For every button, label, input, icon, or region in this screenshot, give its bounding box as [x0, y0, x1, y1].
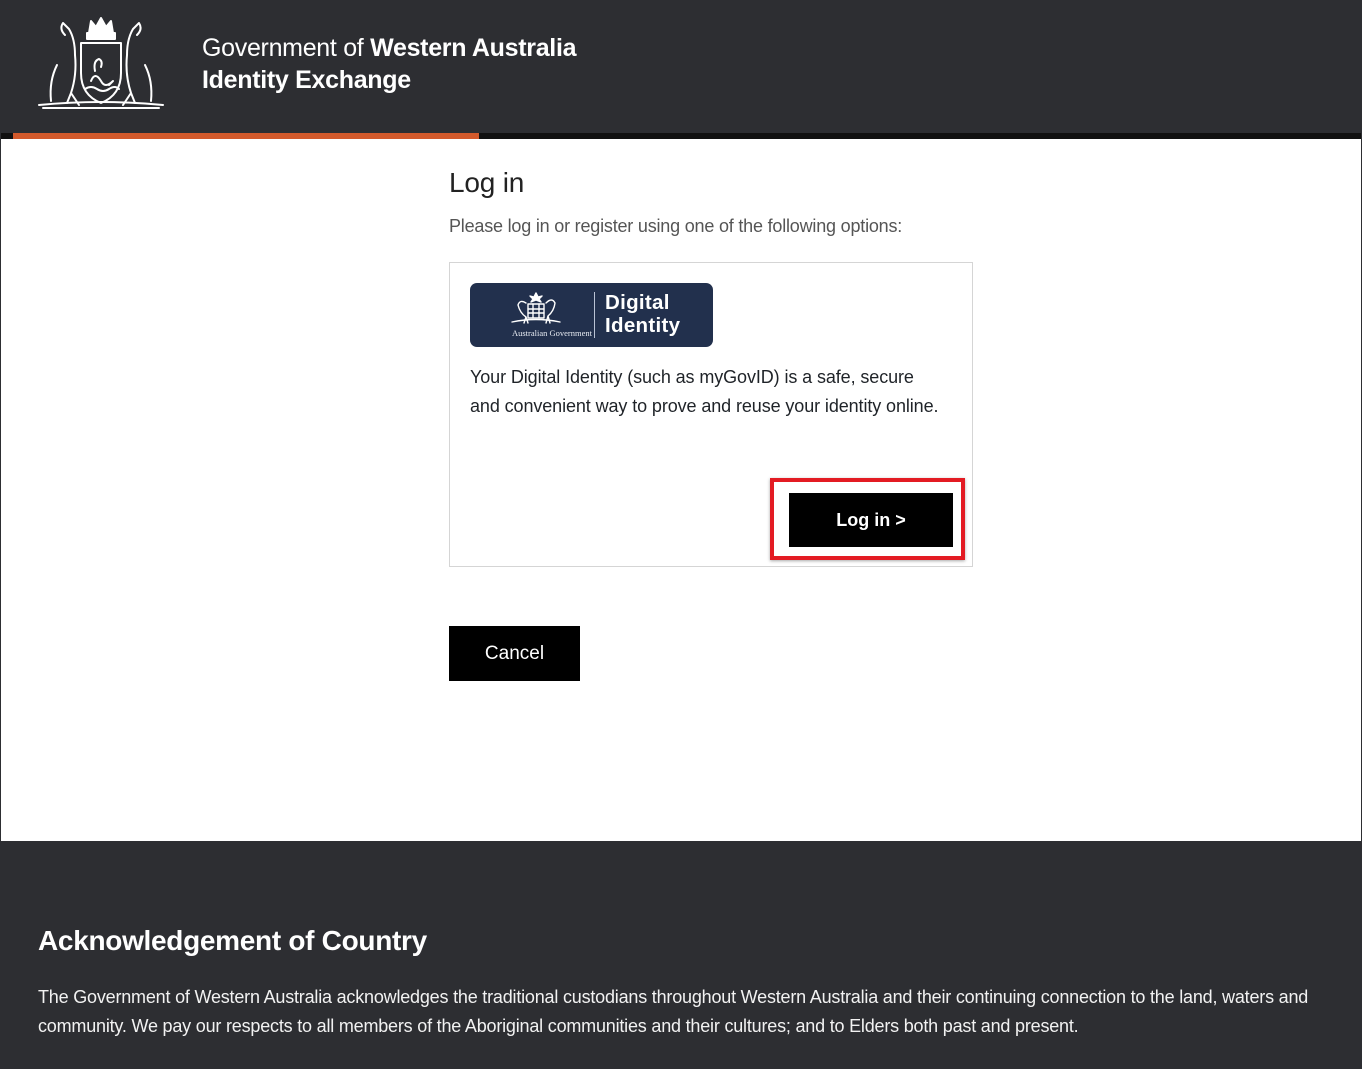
site-footer: Acknowledgement of Country The Governmen…	[1, 841, 1361, 1068]
header-accent-stripe	[13, 133, 479, 139]
page-title: Log in	[449, 167, 525, 198]
acknowledgement-text: The Government of Western Australia ackn…	[38, 987, 1309, 1036]
logo-org-name: Australian Government	[511, 328, 593, 338]
logo-divider	[594, 292, 595, 338]
site-header: Government of Western Australia Identity…	[1, 1, 1361, 133]
brand-name: Western Australia	[370, 34, 577, 62]
logo-title-line-1: Digital	[605, 291, 670, 314]
header-accent-bar	[1, 133, 1361, 139]
page-frame: Government of Western Australia Identity…	[0, 0, 1362, 1069]
wa-coat-of-arms-icon	[38, 17, 164, 109]
intro-text: Please log in or register using one of t…	[449, 216, 903, 236]
australian-government-emblem-icon	[511, 292, 561, 324]
login-button[interactable]: Log in >	[789, 493, 953, 547]
site-brand[interactable]: Government of Western Australia Identity…	[202, 32, 577, 96]
acknowledgement-heading: Acknowledgement of Country	[38, 925, 427, 956]
logo-title-line-2: Identity	[605, 314, 681, 337]
digital-identity-option-card: Australian Government Digital Identity Y…	[449, 262, 973, 567]
brand-prefix: Government of	[202, 34, 364, 62]
logo-title: Digital Identity	[605, 291, 680, 337]
brand-line-1: Government of Western Australia	[202, 32, 577, 64]
digital-identity-logo: Australian Government Digital Identity	[470, 283, 713, 347]
product-name: Identity Exchange	[202, 66, 411, 94]
cancel-button[interactable]: Cancel	[449, 626, 580, 681]
option-description: Your Digital Identity (such as myGovID) …	[470, 367, 939, 416]
